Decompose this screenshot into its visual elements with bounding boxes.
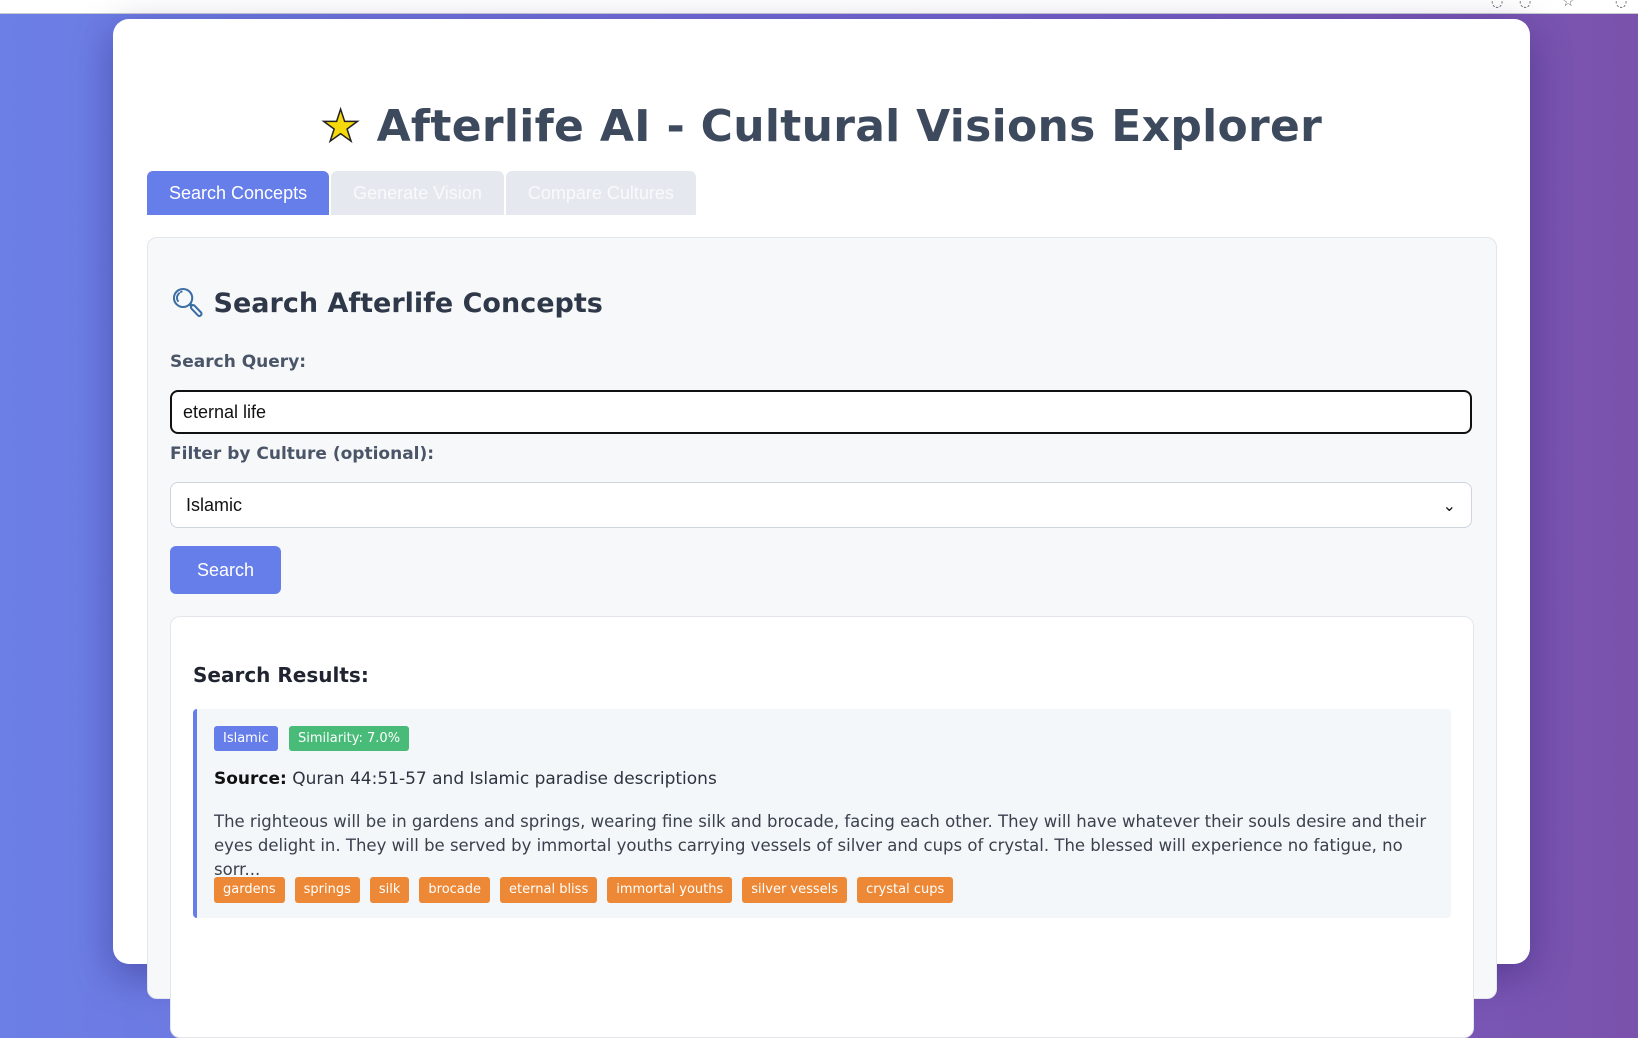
tag-list: gardens springs silk brocade eternal bli… <box>214 877 954 903</box>
tag: silver vessels <box>742 877 848 903</box>
tag: brocade <box>419 877 491 903</box>
tab-generate-vision[interactable]: Generate Vision <box>331 171 504 215</box>
results-heading: Search Results: <box>193 663 369 687</box>
culture-filter-select[interactable]: Islamic ⌄ <box>170 482 1472 528</box>
search-query-input[interactable] <box>170 390 1472 434</box>
tab-bar: Search Concepts Generate Vision Compare … <box>147 171 696 215</box>
magnifier-icon: 🔍︎ <box>170 286 206 319</box>
tab-compare-cultures[interactable]: Compare Cultures <box>505 171 696 215</box>
page-title-text: Afterlife AI - Cultural Visions Explorer <box>376 101 1323 152</box>
zoom-icon[interactable]: ◌ <box>1491 0 1503 10</box>
source-text: Quran 44:51-57 and Islamic paradise desc… <box>292 769 717 789</box>
extensions-icon[interactable]: ◌ <box>1615 0 1627 10</box>
app-container: ★ Afterlife AI - Cultural Visions Explore… <box>113 19 1530 1038</box>
tag: crystal cups <box>857 877 954 903</box>
tag: springs <box>294 877 360 903</box>
source-label: Source: <box>214 769 287 789</box>
culture-filter-value: Islamic <box>186 494 243 515</box>
panel-heading: 🔍︎ Search Afterlife Concepts <box>170 286 603 319</box>
tag: gardens <box>214 877 285 903</box>
panel-heading-text: Search Afterlife Concepts <box>213 288 603 319</box>
chevron-down-icon: ⌄ <box>1442 495 1456 515</box>
similarity-badge: Similarity: 7.0% <box>289 726 410 751</box>
search-button[interactable]: Search <box>170 546 281 594</box>
culture-filter-label: Filter by Culture (optional): <box>170 444 435 464</box>
results-container: Search Results: Islamic Similarity: 7.0%… <box>170 616 1474 1038</box>
search-panel: 🔍︎ Search Afterlife Concepts Search Query… <box>147 237 1497 1038</box>
page-title: ★ Afterlife AI - Cultural Visions Explore… <box>113 100 1530 153</box>
search-query-label: Search Query: <box>170 352 307 372</box>
result-card: Islamic Similarity: 7.0% Source: Quran 4… <box>193 709 1451 918</box>
culture-badge: Islamic <box>214 726 278 751</box>
tag: eternal bliss <box>500 877 598 903</box>
result-source: Source: Quran 44:51-57 and Islamic parad… <box>214 769 717 789</box>
bookmark-star-icon[interactable]: ☆ <box>1562 0 1575 10</box>
star-icon: ★ <box>320 100 361 153</box>
share-icon[interactable]: ◌ <box>1519 0 1531 10</box>
tab-search-concepts[interactable]: Search Concepts <box>147 171 330 215</box>
browser-toolbar-strip: ◌ ◌ ☆ ◌ <box>0 0 1638 14</box>
result-description: The righteous will be in gardens and spr… <box>214 812 1427 879</box>
tag: silk <box>369 877 410 903</box>
tag: immortal youths <box>607 877 733 903</box>
